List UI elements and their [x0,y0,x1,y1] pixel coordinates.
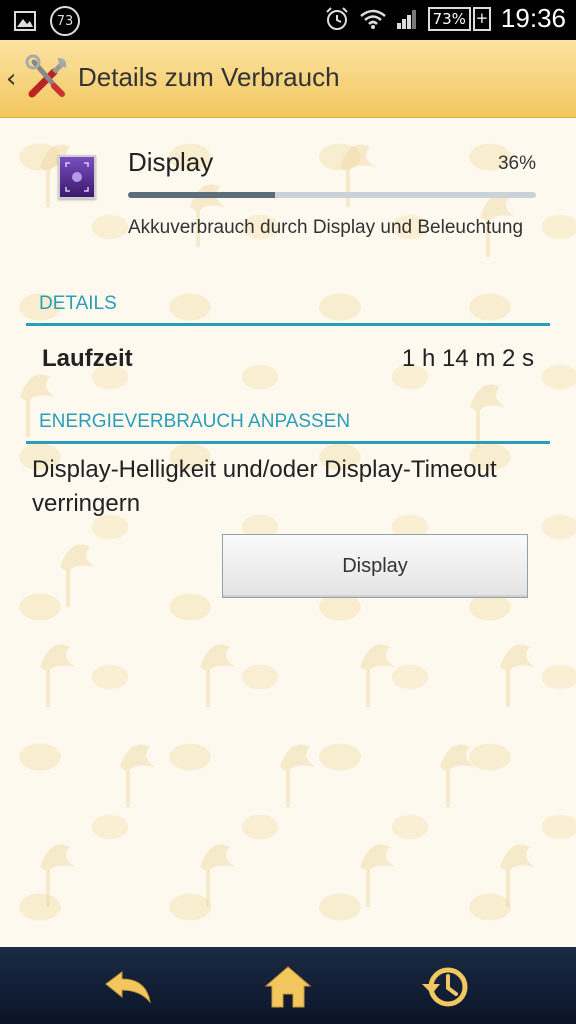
charging-plus: + [472,6,491,31]
nav-home-button[interactable] [258,962,318,1012]
battery-icon: 73% + [427,6,491,31]
usage-progress-bar [128,192,536,198]
usage-app-name: Display [128,147,214,177]
signal-icon [396,9,416,29]
usage-percent: 36% [497,153,536,174]
section-header-adjust: ENERGIEVERBRAUCH ANPASSEN [26,403,550,444]
main-content: Display 36% Akkuverbrauch durch Display … [0,117,576,947]
image-icon [14,11,36,31]
display-settings-button[interactable]: Display [222,534,528,598]
nav-back-button[interactable] [98,962,158,1012]
section-label-adjust: ENERGIEVERBRAUCH ANPASSEN [39,411,351,432]
section-label-details: DETAILS [39,293,117,314]
history-icon [422,967,468,1007]
tools-icon[interactable] [24,54,70,100]
status-bar: 73 73% + 19:36 [0,0,576,40]
action-bar: ‹ Details zum Verbrauch [0,40,576,118]
section-header-details: DETAILS [26,285,550,326]
usage-progress-fill [128,192,275,198]
status-time: 19:36 [500,3,566,33]
back-icon [105,971,151,1004]
notification-count-badge: 73 [50,6,80,36]
bottom-nav-bar [0,947,576,1024]
page-title: Details zum Verbrauch [78,62,340,92]
home-icon [264,966,312,1008]
display-icon [58,155,96,199]
runtime-value: 1 h 14 m 2 s [401,345,534,372]
wifi-icon [359,9,386,29]
usage-description: Akkuverbrauch durch Display und Beleucht… [128,217,524,238]
battery-percent: 73% [427,6,471,31]
back-chevron-icon[interactable]: ‹ [6,64,16,94]
nav-history-button[interactable] [416,962,476,1012]
runtime-label: Laufzeit [42,345,133,372]
alarm-icon [325,6,348,30]
energy-tip-text: Display-Helligkeit und/oder Display-Time… [32,456,497,517]
